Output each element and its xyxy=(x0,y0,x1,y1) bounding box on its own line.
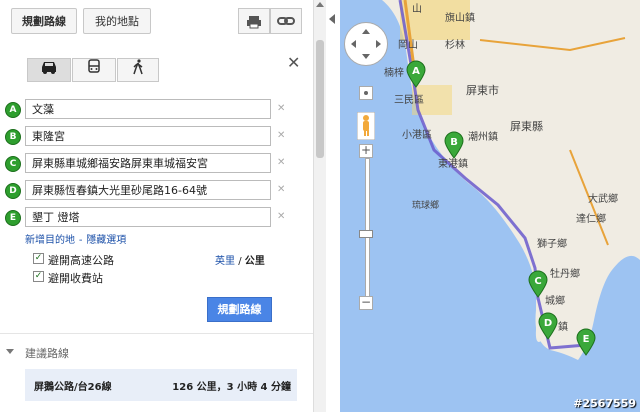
km-label: 公里 xyxy=(244,256,265,267)
collapse-panel-toggle[interactable] xyxy=(326,0,340,412)
map-label-gangshan: 岡山 xyxy=(398,40,418,51)
chevron-left-icon xyxy=(329,14,335,24)
reset-view-button[interactable] xyxy=(359,86,373,100)
map-label-qishan: 旗山鎮 xyxy=(445,13,475,24)
map-marker-d-label: D xyxy=(544,318,552,329)
remove-stop-a-icon[interactable]: ✕ xyxy=(277,103,285,114)
map-view[interactable]: 山 旗山鎮 岡山 杉林 楠梓 三民區 屏東市 小港區 潮州鎮 屏東縣 東港鎮 琉… xyxy=(340,0,640,412)
map-label-checheng: 城鄉 xyxy=(545,296,565,307)
map-marker-b[interactable]: B xyxy=(444,131,464,162)
pegman-icon xyxy=(356,111,376,141)
expand-triangle-icon[interactable] xyxy=(6,349,14,354)
remove-stop-e-icon[interactable]: ✕ xyxy=(277,211,285,222)
avoid-highways-checkbox[interactable]: ✓ xyxy=(33,253,44,264)
remove-stop-b-icon[interactable]: ✕ xyxy=(277,130,285,141)
map-label-mudan: 牡丹鄉 xyxy=(550,269,580,280)
miles-link[interactable]: 英里 xyxy=(215,256,235,267)
my-places-button[interactable]: 我的地點 xyxy=(83,8,151,34)
avoid-tolls-checkbox[interactable]: ✓ xyxy=(33,271,44,282)
get-directions-button[interactable]: 規劃路線 xyxy=(207,297,272,322)
map-marker-a-label: A xyxy=(412,66,420,77)
map-marker-a[interactable]: A xyxy=(406,60,426,91)
map-marker-d[interactable]: D xyxy=(538,312,558,343)
marker-d: D xyxy=(5,183,21,199)
avoid-highways-label: 避開高速公路 xyxy=(48,254,114,267)
directions-button[interactable]: 規劃路線 xyxy=(11,8,77,34)
map-label-mountain: 山 xyxy=(412,4,422,15)
print-button[interactable] xyxy=(238,8,270,34)
close-icon[interactable]: ✕ xyxy=(287,53,300,72)
options-links: 新增目的地 - 隱藏選項 xyxy=(25,231,126,246)
stop-a-input[interactable] xyxy=(25,99,271,119)
driving-mode-button[interactable] xyxy=(27,58,71,82)
suggested-routes-header: 建議路線 xyxy=(25,347,69,360)
pan-control[interactable] xyxy=(344,22,388,66)
map-label-shanlin: 杉林 xyxy=(445,40,465,51)
zoom-in-button[interactable]: + xyxy=(359,144,373,158)
map-label-hengchun: 鎮 xyxy=(558,322,568,333)
watermark: #2567559 xyxy=(573,397,636,410)
stop-b-input[interactable] xyxy=(25,126,271,146)
zoom-slider-track[interactable] xyxy=(365,158,370,298)
divider xyxy=(0,333,313,334)
car-icon xyxy=(42,62,56,74)
map-label-daren: 達仁鄉 xyxy=(576,214,606,225)
stop-c-input[interactable] xyxy=(25,153,271,173)
map-marker-e-label: E xyxy=(583,334,590,345)
street-view-pegman[interactable] xyxy=(356,111,376,141)
stop-e-input[interactable] xyxy=(25,207,271,227)
unit-toggle: 英里 / 公里 xyxy=(215,252,265,267)
map-marker-c-label: C xyxy=(534,276,541,287)
marker-e: E xyxy=(5,210,21,226)
marker-b: B xyxy=(5,129,21,145)
hide-options-link[interactable]: 隱藏選項 xyxy=(86,235,126,246)
remove-stop-c-icon[interactable]: ✕ xyxy=(277,157,285,168)
marker-a: A xyxy=(5,102,21,118)
map-marker-c[interactable]: C xyxy=(528,270,548,301)
link-button[interactable] xyxy=(270,8,302,34)
map-label-shizi: 獅子鄉 xyxy=(537,239,567,250)
stop-d-input[interactable] xyxy=(25,180,271,200)
map-label-sanmin: 三民區 xyxy=(394,95,424,106)
center-dot-icon xyxy=(364,91,368,95)
pan-arrows-icon xyxy=(351,29,381,59)
transit-mode-button[interactable] xyxy=(72,58,116,82)
marker-c: C xyxy=(5,156,21,172)
zoom-out-button[interactable]: − xyxy=(359,296,373,310)
add-destination-link[interactable]: 新增目的地 xyxy=(25,235,75,246)
unit-separator: / xyxy=(238,256,242,267)
map-label-pingtung-county: 屏東縣 xyxy=(510,120,543,133)
remove-stop-d-icon[interactable]: ✕ xyxy=(277,184,285,195)
link-icon xyxy=(277,17,295,25)
scroll-thumb[interactable] xyxy=(316,40,324,158)
map-label-nanzi: 楠梓 xyxy=(384,68,404,79)
map-label-pingtung-city: 屏東市 xyxy=(466,84,499,97)
avoid-tolls-label: 避開收費站 xyxy=(48,272,103,285)
map-label-xiaogang: 小港區 xyxy=(402,130,432,141)
zoom-slider-thumb[interactable] xyxy=(359,230,373,238)
route-summary: 126 公里，3 小時 4 分鐘 xyxy=(172,382,291,393)
panel-scrollbar[interactable] xyxy=(313,0,326,412)
links-separator: - xyxy=(78,235,83,246)
map-marker-e[interactable]: E xyxy=(576,328,596,359)
scroll-up-icon[interactable] xyxy=(316,2,324,7)
route-name: 屏鵝公路/台26線 xyxy=(34,382,112,393)
directions-panel: 規劃路線 我的地點 ✕ A ✕ B ✕ C ✕ D ✕ E ✕ 新增目的地 - … xyxy=(0,0,313,412)
map-label-chaozhou: 潮州鎮 xyxy=(468,132,498,143)
map-marker-b-label: B xyxy=(450,137,458,148)
map-label-dawu: 大武鄉 xyxy=(588,194,618,205)
map-label-liuqiu: 琉球鄉 xyxy=(412,201,440,211)
walking-mode-button[interactable] xyxy=(117,58,159,82)
print-icon xyxy=(247,16,261,29)
route-option[interactable]: 屏鵝公路/台26線 126 公里，3 小時 4 分鐘 xyxy=(25,369,297,401)
bus-icon xyxy=(88,59,100,73)
walk-icon xyxy=(133,59,143,75)
